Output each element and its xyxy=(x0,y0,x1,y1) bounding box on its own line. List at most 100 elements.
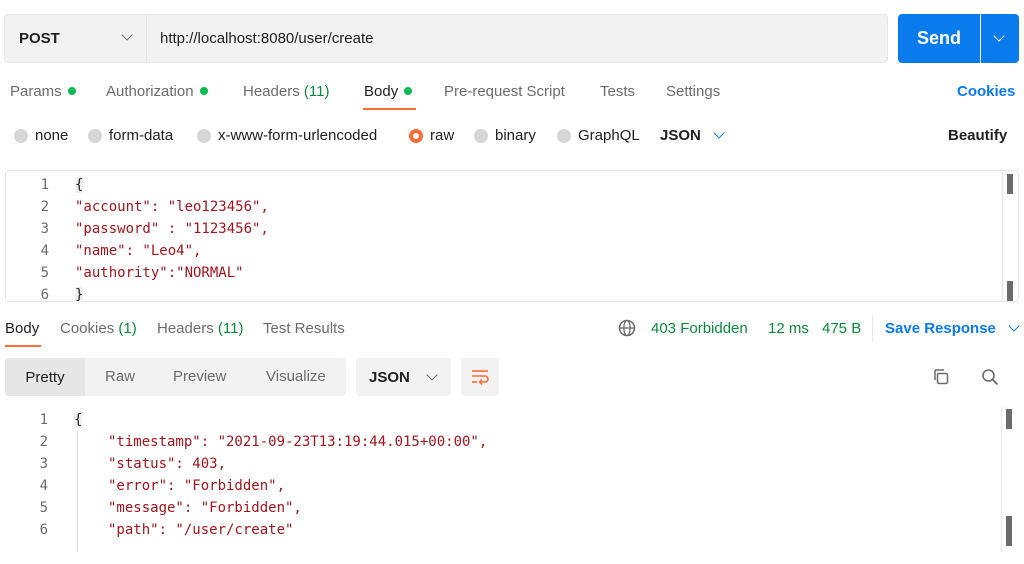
line-number: 3 xyxy=(39,456,48,472)
status-dot xyxy=(404,87,413,96)
divider xyxy=(872,316,873,342)
tab-label: Settings xyxy=(666,83,721,100)
line-number: 5 xyxy=(40,265,49,281)
line-number: 2 xyxy=(39,434,48,450)
tab-label: Pre-request Script xyxy=(444,83,565,100)
line-number: 1 xyxy=(40,177,49,193)
globe-icon[interactable] xyxy=(618,319,636,337)
response-tab-test-results[interactable]: Test Results xyxy=(263,320,345,337)
beautify-button[interactable]: Beautify xyxy=(948,127,1007,144)
radio-graphql[interactable]: GraphQL xyxy=(557,127,640,144)
response-format-select[interactable]: JSON xyxy=(356,358,451,396)
response-size[interactable]: 475 B xyxy=(822,320,861,337)
radio-icon xyxy=(474,128,488,143)
line-number: 6 xyxy=(39,522,48,538)
code-line: "account": "leo123456", xyxy=(75,199,269,215)
send-button[interactable]: Send xyxy=(898,14,980,63)
send-options-button[interactable] xyxy=(981,14,1019,63)
radio-label: binary xyxy=(495,127,536,144)
code-line: "name": "Leo4", xyxy=(75,243,202,259)
view-pretty-button[interactable]: Pretty xyxy=(5,358,85,396)
code-line: } xyxy=(75,287,84,302)
wrap-lines-button[interactable] xyxy=(461,358,499,396)
indent-guide xyxy=(77,430,78,552)
radio-icon xyxy=(88,128,102,143)
tab-pre-request-script[interactable]: Pre-request Script xyxy=(444,83,565,100)
code-line: "authority":"NORMAL" xyxy=(75,265,244,281)
editor-divider xyxy=(1002,171,1003,301)
radio-raw[interactable]: raw xyxy=(409,127,454,144)
radio-icon xyxy=(557,128,571,143)
active-tab-indicator xyxy=(363,108,416,110)
tab-label: Headers xyxy=(243,83,300,100)
chevron-down-icon xyxy=(121,29,133,41)
tab-count: (1) xyxy=(118,320,137,337)
view-visualize-button[interactable]: Visualize xyxy=(266,368,326,385)
line-number: 1 xyxy=(39,412,48,428)
tab-label: Authorization xyxy=(106,83,194,100)
tab-count: (11) xyxy=(217,320,244,337)
wrap-lines-icon xyxy=(472,370,489,385)
line-number: 4 xyxy=(39,478,48,494)
tab-authorization[interactable]: Authorization xyxy=(106,83,208,100)
tab-headers[interactable]: Headers (11) xyxy=(243,83,329,100)
url-text: http://localhost:8080/user/create xyxy=(160,30,374,47)
format-label: JSON xyxy=(369,368,410,386)
status-dot xyxy=(67,87,76,96)
tab-tests[interactable]: Tests xyxy=(600,83,635,100)
response-tab-cookies[interactable]: Cookies (1) xyxy=(60,320,137,337)
response-tab-body[interactable]: Body xyxy=(5,320,39,337)
tab-label: Params xyxy=(10,83,62,100)
code-line: "password" : "1123456", xyxy=(75,221,269,237)
scrollbar-thumb[interactable] xyxy=(1006,409,1012,429)
code-line: "status": 403, xyxy=(108,456,227,472)
line-number: 5 xyxy=(39,500,48,516)
radio-label: GraphQL xyxy=(578,127,640,144)
view-raw-button[interactable]: Raw xyxy=(105,368,135,385)
radio-form-data[interactable]: form-data xyxy=(88,127,173,144)
line-number: 6 xyxy=(40,287,49,303)
chevron-down-icon xyxy=(713,126,725,139)
status-dot xyxy=(199,87,208,96)
format-label: JSON xyxy=(660,127,701,144)
radio-selected-icon xyxy=(409,128,423,143)
scrollbar-thumb[interactable] xyxy=(1007,281,1013,301)
code-line: { xyxy=(75,177,84,193)
editor-divider xyxy=(1001,406,1002,552)
radio-icon xyxy=(197,128,211,143)
radio-urlencoded[interactable]: x-www-form-urlencoded xyxy=(197,127,377,144)
response-time[interactable]: 12 ms xyxy=(768,320,809,337)
tab-settings[interactable]: Settings xyxy=(666,83,720,100)
search-icon[interactable] xyxy=(981,368,999,386)
request-body-editor[interactable]: 1 2 3 4 5 6 { "account": "leo123456", "p… xyxy=(5,170,1019,303)
tab-label: Headers xyxy=(157,320,214,337)
status-code[interactable]: 403 Forbidden xyxy=(651,320,748,337)
line-number: 3 xyxy=(40,221,49,237)
copy-icon[interactable] xyxy=(932,368,950,386)
chevron-down-icon xyxy=(993,30,1005,42)
view-preview-button[interactable]: Preview xyxy=(173,368,226,385)
radio-binary[interactable]: binary xyxy=(474,127,536,144)
url-input[interactable]: http://localhost:8080/user/create xyxy=(146,14,888,63)
radio-label: form-data xyxy=(109,127,174,144)
scrollbar-thumb[interactable] xyxy=(1006,516,1012,546)
radio-label: x-www-form-urlencoded xyxy=(218,127,378,144)
radio-none[interactable]: none xyxy=(14,127,68,144)
method-label: POST xyxy=(19,30,60,47)
tab-label: Tests xyxy=(600,83,636,100)
tab-body[interactable]: Body xyxy=(364,83,413,100)
code-line: { xyxy=(74,412,83,428)
raw-format-select[interactable]: JSON xyxy=(660,126,725,144)
save-response-button[interactable]: Save Response xyxy=(885,320,1020,337)
method-select[interactable]: POST xyxy=(4,14,146,63)
line-number: 4 xyxy=(40,243,49,259)
tab-count: (11) xyxy=(303,83,330,100)
tab-label: Body xyxy=(364,83,399,100)
response-tab-headers[interactable]: Headers (11) xyxy=(157,320,243,337)
scrollbar-thumb[interactable] xyxy=(1007,174,1013,194)
response-body-viewer[interactable]: 1 2 3 4 5 6 { "timestamp": "2021-09-23T1… xyxy=(5,406,1019,552)
radio-label: none xyxy=(35,127,69,144)
cookies-link[interactable]: Cookies xyxy=(957,83,1015,100)
tab-params[interactable]: Params xyxy=(10,83,76,100)
tab-label: Cookies xyxy=(60,320,115,337)
